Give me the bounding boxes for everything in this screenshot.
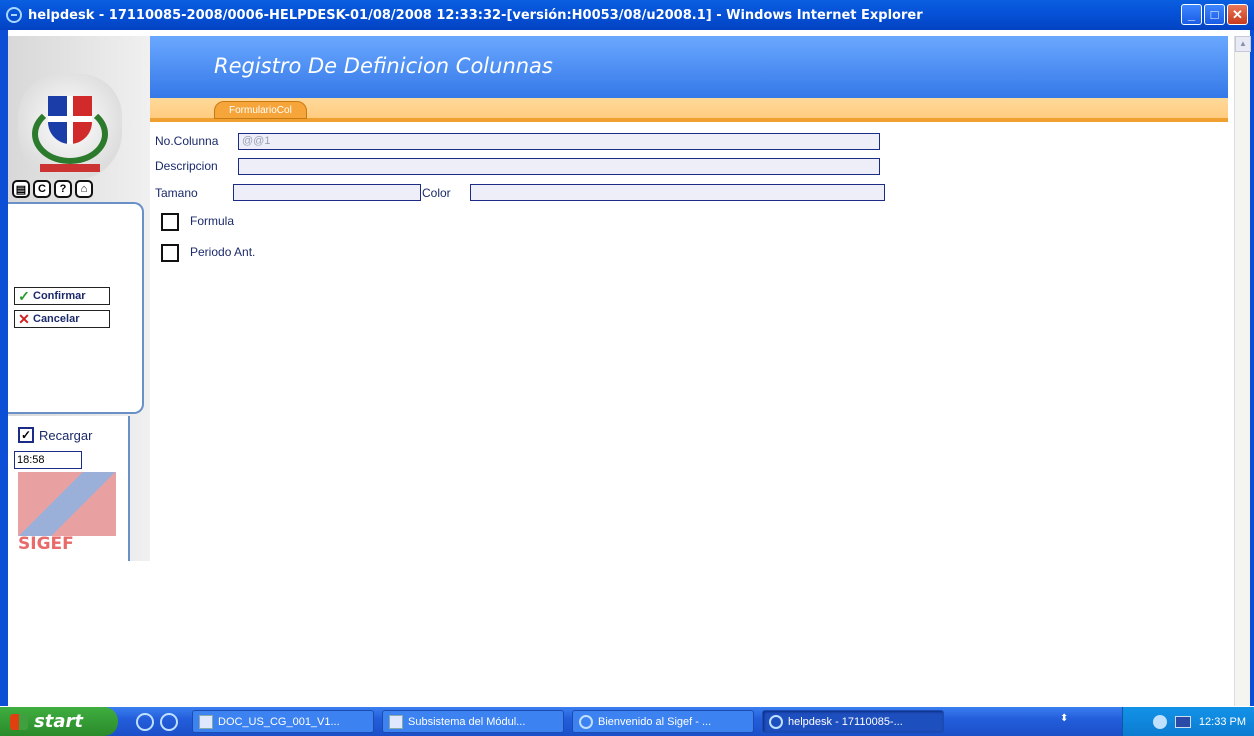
quick-launch	[136, 712, 178, 731]
clock[interactable]: 12:33 PM	[1199, 716, 1246, 728]
taskbar: start DOC_US_CG_001_V1... Subsistema del…	[0, 707, 1254, 736]
descripcion-label: Descripcion	[155, 159, 218, 173]
word-icon	[389, 714, 403, 729]
ie-icon	[6, 7, 22, 23]
formula-label: Formula	[190, 214, 235, 228]
color-label: Color	[422, 186, 451, 200]
confirm-label: Confirmar	[33, 290, 86, 302]
window-title: helpdesk - 17110085-2008/0006-HELPDESK-0…	[28, 7, 923, 23]
start-button[interactable]: start	[0, 707, 118, 736]
taskbar-button-doc[interactable]: DOC_US_CG_001_V1...	[192, 710, 374, 733]
cancel-button[interactable]: ✕ Cancelar	[14, 310, 110, 328]
word-icon	[199, 714, 213, 729]
refresh-icon[interactable]: C	[33, 180, 51, 198]
cancel-label: Cancelar	[33, 313, 80, 325]
taskbar-button-label: Bienvenido al Sigef - ...	[598, 715, 712, 728]
ie-icon[interactable]	[136, 712, 154, 731]
no-columna-label: No.Colunna	[155, 134, 219, 148]
tamano-field[interactable]	[233, 184, 421, 201]
maximize-button[interactable]: □	[1204, 4, 1225, 25]
vertical-scrollbar[interactable]: ▲	[1234, 36, 1251, 706]
network-icon[interactable]	[1174, 715, 1191, 728]
system-tray: 12:33 PM	[1122, 707, 1254, 736]
start-label: start	[34, 711, 83, 732]
chevron-icon[interactable]	[1152, 714, 1167, 729]
coat-of-arms-logo	[18, 74, 122, 180]
no-columna-field[interactable]: @@1	[238, 133, 880, 150]
color-field[interactable]	[470, 184, 885, 201]
pin-icon[interactable]: ⬍	[1060, 713, 1068, 724]
help-icon[interactable]: ?	[54, 180, 72, 198]
taskbar-button-label: helpdesk - 17110085-...	[788, 715, 903, 728]
checkmark-icon: ✓	[18, 287, 30, 304]
scroll-up-icon[interactable]: ▲	[1235, 36, 1251, 52]
reload-label: Recargar	[39, 428, 93, 443]
formula-checkbox[interactable]	[161, 213, 179, 231]
taskbar-button-subsistema[interactable]: Subsistema del Módul...	[382, 710, 564, 733]
sidebar-toolbar: ▤ C ? ⌂	[12, 180, 93, 198]
ie-icon	[579, 714, 593, 729]
tamano-label: Tamano	[155, 186, 198, 200]
periodo-ant-checkbox[interactable]	[161, 244, 179, 262]
sigef-logo: SIGEF	[18, 472, 116, 554]
confirm-button[interactable]: ✓ Confirmar	[14, 287, 110, 305]
window-title-bar[interactable]: helpdesk - 17110085-2008/0006-HELPDESK-0…	[0, 0, 1254, 30]
descripcion-field[interactable]	[238, 158, 880, 175]
browser-icon[interactable]	[160, 712, 178, 731]
document-icon[interactable]: ▤	[12, 180, 30, 198]
window-frame-left	[0, 30, 8, 706]
tab-strip	[150, 98, 1228, 122]
taskbar-button-label: Subsistema del Módul...	[408, 715, 526, 728]
window-frame-right	[1250, 30, 1254, 706]
close-button[interactable]: ✕	[1227, 4, 1248, 25]
taskbar-button-helpdesk[interactable]: helpdesk - 17110085-...	[762, 710, 944, 733]
windows-flag-icon	[10, 713, 28, 730]
x-icon: ✕	[18, 310, 30, 327]
time-display: 18:58	[14, 451, 82, 469]
sigef-logo-text: SIGEF	[18, 534, 74, 554]
minimize-button[interactable]: _	[1181, 4, 1202, 25]
home-icon[interactable]: ⌂	[75, 180, 93, 198]
taskbar-button-label: DOC_US_CG_001_V1...	[218, 715, 340, 728]
reload-checkbox[interactable]: ✓	[18, 427, 34, 443]
tab-formulariocol[interactable]: FormularioCol	[214, 101, 307, 119]
periodo-ant-label: Periodo Ant.	[190, 245, 256, 259]
ie-icon	[769, 714, 783, 729]
action-panel	[8, 202, 144, 414]
page-title: Registro De Definicion Colunnas	[214, 54, 553, 78]
taskbar-button-bienvenido[interactable]: Bienvenido al Sigef - ...	[572, 710, 754, 733]
